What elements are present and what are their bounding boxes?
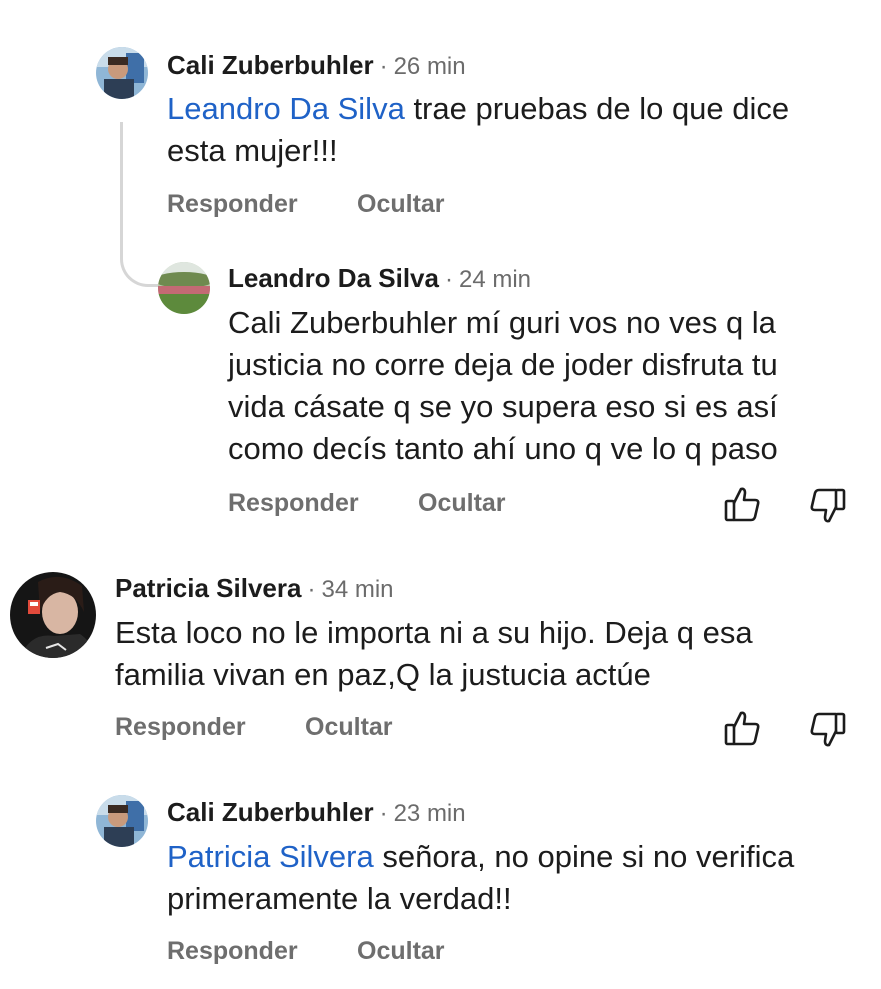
hide-button[interactable]: Ocultar	[357, 937, 445, 966]
avatar[interactable]	[10, 572, 96, 658]
separator-dot: ·	[307, 576, 316, 603]
comment-time: 24 min	[458, 266, 532, 293]
comment-line: familia vivan en paz,Q la justucia actúe	[115, 657, 651, 692]
avatar[interactable]	[96, 47, 148, 99]
avatar[interactable]	[96, 795, 148, 847]
mention-link[interactable]: Leandro Da Silva	[167, 91, 405, 126]
comment-line: Cali Zuberbuhler mí guri vos no ves q la	[228, 305, 776, 340]
hide-button[interactable]: Ocultar	[305, 713, 393, 742]
comment-line: primeramente la verdad!!	[167, 881, 512, 916]
separator-dot: ·	[379, 53, 388, 80]
hide-button[interactable]: Ocultar	[418, 489, 506, 518]
comment-text: Patricia Silvera señora, no opine si no …	[167, 836, 867, 920]
comment-line: vida cásate q se yo supera eso si es así	[228, 389, 778, 424]
comment-line: Patricia Silvera señora, no opine si no …	[167, 836, 867, 878]
author-name[interactable]: Patricia Silvera	[115, 573, 301, 603]
comment-text: Leandro Da Silva trae pruebas de lo que …	[167, 88, 857, 172]
mention-link[interactable]: Patricia Silvera	[167, 839, 374, 874]
thread-connector-line	[120, 122, 161, 287]
thumbs-up-icon[interactable]	[724, 709, 760, 747]
separator-dot: ·	[444, 266, 453, 293]
author-name[interactable]: Leandro Da Silva	[228, 263, 439, 293]
comment-line: Esta loco no le importa ni a su hijo. De…	[115, 615, 753, 650]
avatar[interactable]	[158, 262, 210, 314]
comment-time: 23 min	[393, 800, 466, 827]
comment-line: como decís tanto ahí uno q ve lo q paso	[228, 431, 778, 466]
comment-line: Leandro Da Silva trae pruebas de lo que …	[167, 88, 857, 130]
comment-time: 26 min	[393, 53, 466, 80]
comment-author[interactable]: Cali Zuberbuhler · 23 min	[167, 797, 466, 828]
thumbs-up-icon[interactable]	[724, 485, 760, 523]
thumbs-down-icon[interactable]	[810, 711, 846, 749]
comment-line-text: trae pruebas de lo que dice	[404, 91, 790, 126]
comment-line: esta mujer!!!	[167, 133, 338, 168]
hide-button[interactable]: Ocultar	[357, 190, 445, 219]
comment-line-text: señora, no opine si no verifica	[373, 839, 795, 874]
reply-button[interactable]: Responder	[167, 937, 298, 966]
comment-author[interactable]: Cali Zuberbuhler · 26 min	[167, 50, 466, 81]
reply-button[interactable]: Responder	[228, 489, 359, 518]
reply-button[interactable]: Responder	[115, 713, 246, 742]
comment-time: 34 min	[321, 576, 394, 603]
thumbs-down-icon[interactable]	[810, 487, 846, 525]
author-name[interactable]: Cali Zuberbuhler	[167, 50, 374, 80]
separator-dot: ·	[379, 800, 388, 827]
author-name[interactable]: Cali Zuberbuhler	[167, 797, 374, 827]
reply-button[interactable]: Responder	[167, 190, 298, 219]
comment-text: Esta loco no le importa ni a su hijo. De…	[115, 612, 865, 696]
comment-author[interactable]: Leandro Da Silva · 24 min	[228, 263, 531, 294]
comment-author[interactable]: Patricia Silvera · 34 min	[115, 573, 394, 604]
comment-line: justicia no corre deja de joder disfruta…	[228, 347, 778, 382]
comment-text: Cali Zuberbuhler mí guri vos no ves q la…	[228, 302, 868, 470]
